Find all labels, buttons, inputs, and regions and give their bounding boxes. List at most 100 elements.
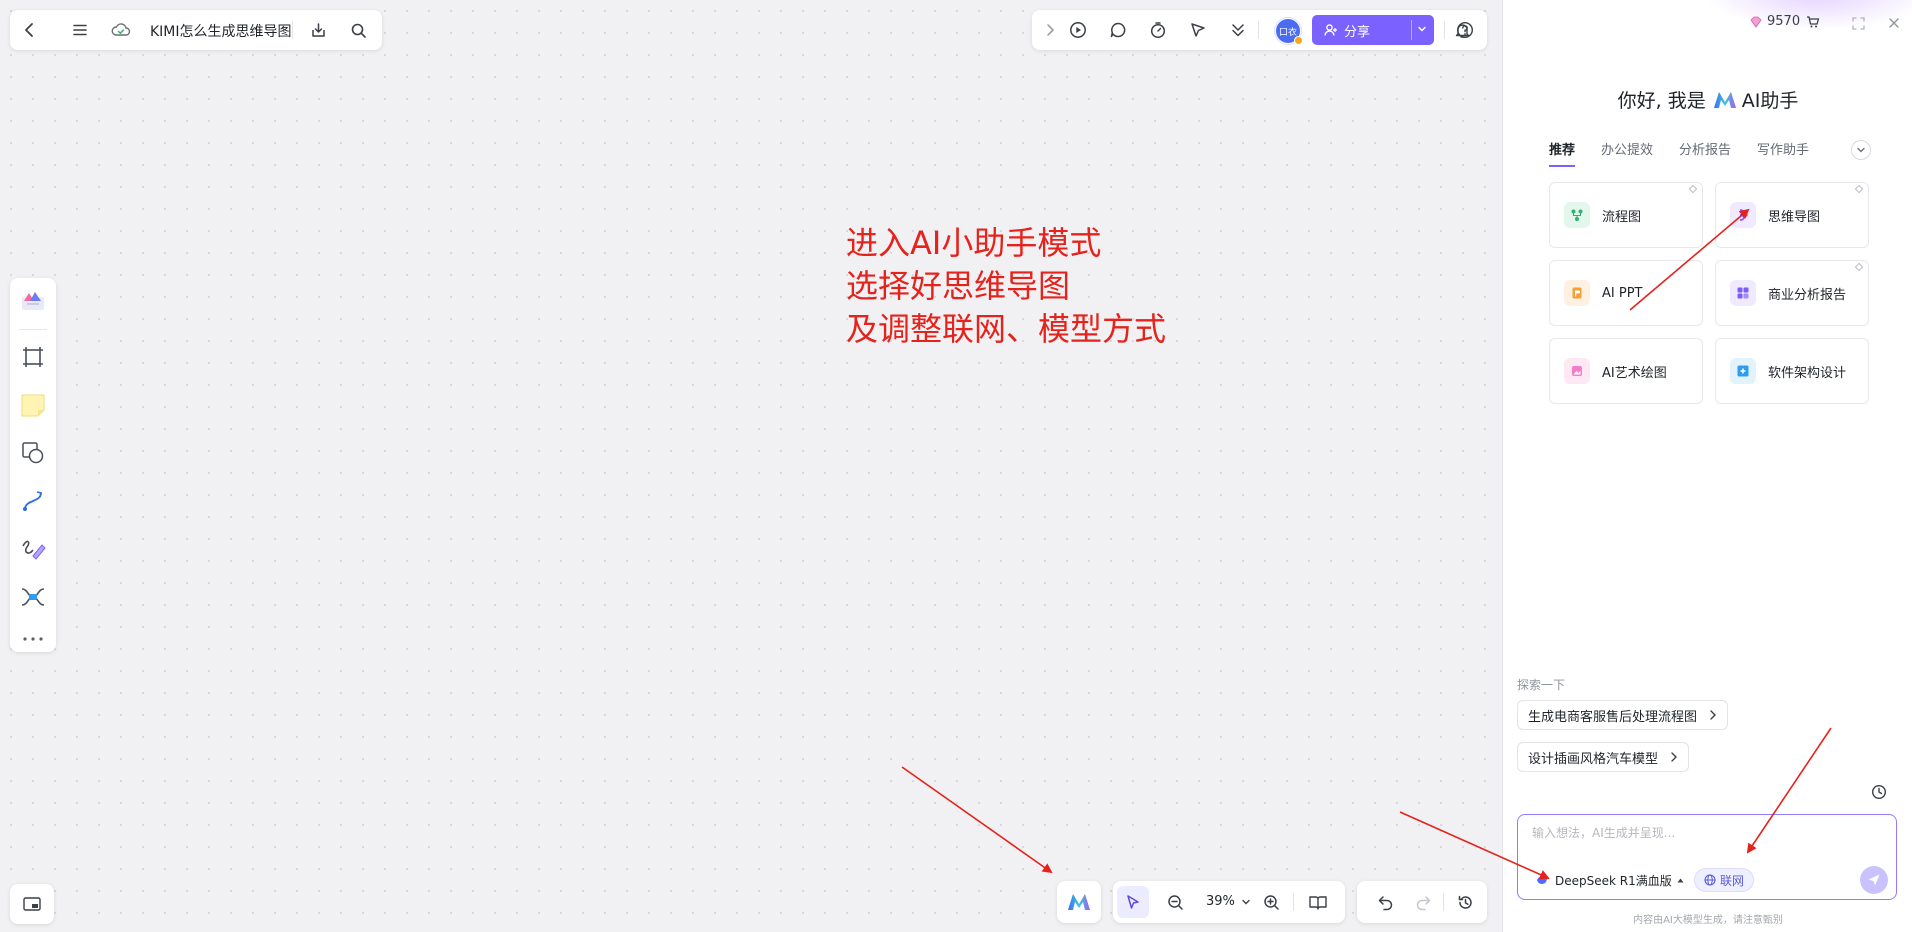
chevron-down-icon[interactable]	[1240, 896, 1252, 908]
help-icon[interactable]	[1455, 20, 1475, 40]
card-label: 思维导图	[1768, 209, 1821, 225]
chevron-down-icon	[1856, 145, 1866, 155]
divider	[292, 21, 293, 39]
pin-icon[interactable]	[1854, 262, 1864, 272]
divider	[1258, 21, 1259, 39]
architecture-icon	[1730, 358, 1756, 384]
chevron-right-icon	[1670, 751, 1678, 763]
card-flowchart[interactable]: 流程图	[1549, 182, 1703, 248]
zoom-level[interactable]: 39%	[1206, 894, 1235, 909]
divider	[1293, 893, 1294, 911]
more-tools-icon[interactable]	[10, 622, 56, 656]
minimap-toggle[interactable]	[10, 884, 54, 924]
greeting-prefix: 你好, 我是	[1617, 90, 1706, 112]
cart-icon[interactable]	[1806, 15, 1820, 29]
doc-title[interactable]: KIMI怎么生成思维导图	[150, 21, 292, 41]
chat-history-icon[interactable]	[1869, 782, 1889, 802]
share-button[interactable]: 分享	[1312, 15, 1434, 45]
pen-tool-icon[interactable]	[10, 532, 56, 566]
card-label: AI PPT	[1602, 285, 1643, 301]
left-toolbar	[10, 278, 56, 652]
credits-counter[interactable]: 9570	[1749, 14, 1820, 29]
divider	[19, 329, 47, 330]
arrow-to-ai-button	[901, 766, 1053, 874]
present-icon[interactable]	[1068, 20, 1088, 40]
ai-input-box: DeepSeek R1满血版 联网	[1517, 814, 1897, 900]
fullscreen-icon[interactable]	[1850, 15, 1866, 31]
tabs-expand-button[interactable]	[1851, 140, 1871, 160]
card-label: 流程图	[1602, 209, 1642, 225]
comment-icon[interactable]	[1108, 20, 1128, 40]
greeting-heading: 你好, 我是 AI助手	[1503, 86, 1912, 113]
explore-label: 探索一下	[1517, 678, 1566, 692]
zoom-in-icon[interactable]	[1261, 892, 1281, 912]
suggestion-chip[interactable]: 设计插画风格汽车模型	[1517, 742, 1690, 772]
send-button[interactable]	[1860, 866, 1888, 894]
tab-recommend[interactable]: 推荐	[1549, 139, 1576, 167]
card-business-report[interactable]: 商业分析报告	[1715, 260, 1869, 326]
download-icon[interactable]	[308, 20, 328, 40]
gem-icon	[1749, 16, 1763, 28]
undo-icon[interactable]	[1375, 892, 1395, 912]
select-tool-button[interactable]	[1117, 886, 1149, 918]
credits-value: 9570	[1767, 14, 1801, 29]
template-library-icon[interactable]	[10, 284, 56, 318]
divider	[1443, 893, 1444, 911]
tab-office[interactable]: 办公提效	[1601, 139, 1653, 167]
annotation-line: 选择好思维导图	[846, 267, 1071, 305]
laser-pointer-icon[interactable]	[1188, 20, 1208, 40]
back-icon[interactable]	[20, 20, 40, 40]
version-history-icon[interactable]	[1455, 892, 1475, 912]
model-selector[interactable]: DeepSeek R1满血版	[1530, 868, 1690, 892]
avatar-status-badge	[1294, 36, 1303, 45]
cloud-saved-icon	[110, 20, 132, 40]
suggestion-chip[interactable]: 生成电商客服售后处理流程图	[1517, 700, 1729, 730]
suggestion-label: 设计插画风格汽车模型	[1528, 751, 1659, 767]
history-toolbar	[1357, 881, 1487, 923]
tab-analysis[interactable]: 分析报告	[1679, 139, 1731, 167]
category-tabs: 推荐 办公提效 分析报告 写作助手	[1549, 139, 1835, 167]
mindmap-icon	[1730, 202, 1756, 228]
frame-tool-icon[interactable]	[10, 340, 56, 374]
shapes-tool-icon[interactable]	[10, 436, 56, 470]
search-icon[interactable]	[348, 20, 368, 40]
suggestion-label: 生成电商客服售后处理流程图	[1528, 709, 1698, 725]
report-icon	[1730, 280, 1756, 306]
ai-mindmap-tool-icon[interactable]	[10, 580, 56, 614]
ppt-icon	[1564, 280, 1590, 306]
sticky-note-icon[interactable]	[10, 388, 56, 422]
redo-icon[interactable]	[1413, 892, 1433, 912]
card-mindmap[interactable]: 思维导图	[1715, 182, 1869, 248]
cursor-icon	[1125, 894, 1141, 910]
pin-icon[interactable]	[1854, 184, 1864, 194]
ai-prompt-input[interactable]	[1530, 825, 1874, 841]
connector-tool-icon[interactable]	[10, 484, 56, 518]
ai-assistant-button[interactable]	[1057, 881, 1101, 923]
card-label: 商业分析报告	[1768, 287, 1847, 303]
close-icon[interactable]	[1886, 15, 1902, 31]
annotation-line: 进入AI小助手模式	[846, 224, 1102, 262]
share-label: 分享	[1344, 24, 1371, 40]
annotation-line: 及调整联网、模型方式	[846, 310, 1167, 348]
more-down-icon[interactable]	[1228, 20, 1248, 40]
greeting-suffix: AI助手	[1741, 90, 1799, 112]
top-right-toolbar: 口衣 分享	[1032, 10, 1487, 50]
caret-up-icon	[1677, 878, 1684, 883]
tab-writing[interactable]: 写作助手	[1757, 139, 1809, 167]
book-icon[interactable]	[1307, 892, 1329, 912]
web-search-label: 联网	[1720, 873, 1745, 888]
timer-icon[interactable]	[1148, 20, 1168, 40]
instruction-annotation: 进入AI小助手模式 选择好思维导图 及调整联网、模型方式	[846, 222, 1166, 351]
pin-icon[interactable]	[1688, 184, 1698, 194]
menu-icon[interactable]	[70, 20, 90, 40]
minimap-icon	[22, 895, 42, 913]
web-search-toggle[interactable]: 联网	[1694, 868, 1755, 892]
expand-toolbar-icon[interactable]	[1042, 20, 1058, 40]
card-software-architecture[interactable]: 软件架构设计	[1715, 338, 1869, 404]
card-ai-art[interactable]: AI艺术绘图	[1549, 338, 1703, 404]
ai-assistant-panel: 9570 你好, 我是 AI助手 推荐 办公提效 分析报告 写作助手 流程图 思…	[1502, 0, 1912, 932]
model-name: DeepSeek R1满血版	[1555, 873, 1672, 888]
card-ai-ppt[interactable]: AI PPT	[1549, 260, 1703, 326]
zoom-out-icon[interactable]	[1165, 892, 1185, 912]
